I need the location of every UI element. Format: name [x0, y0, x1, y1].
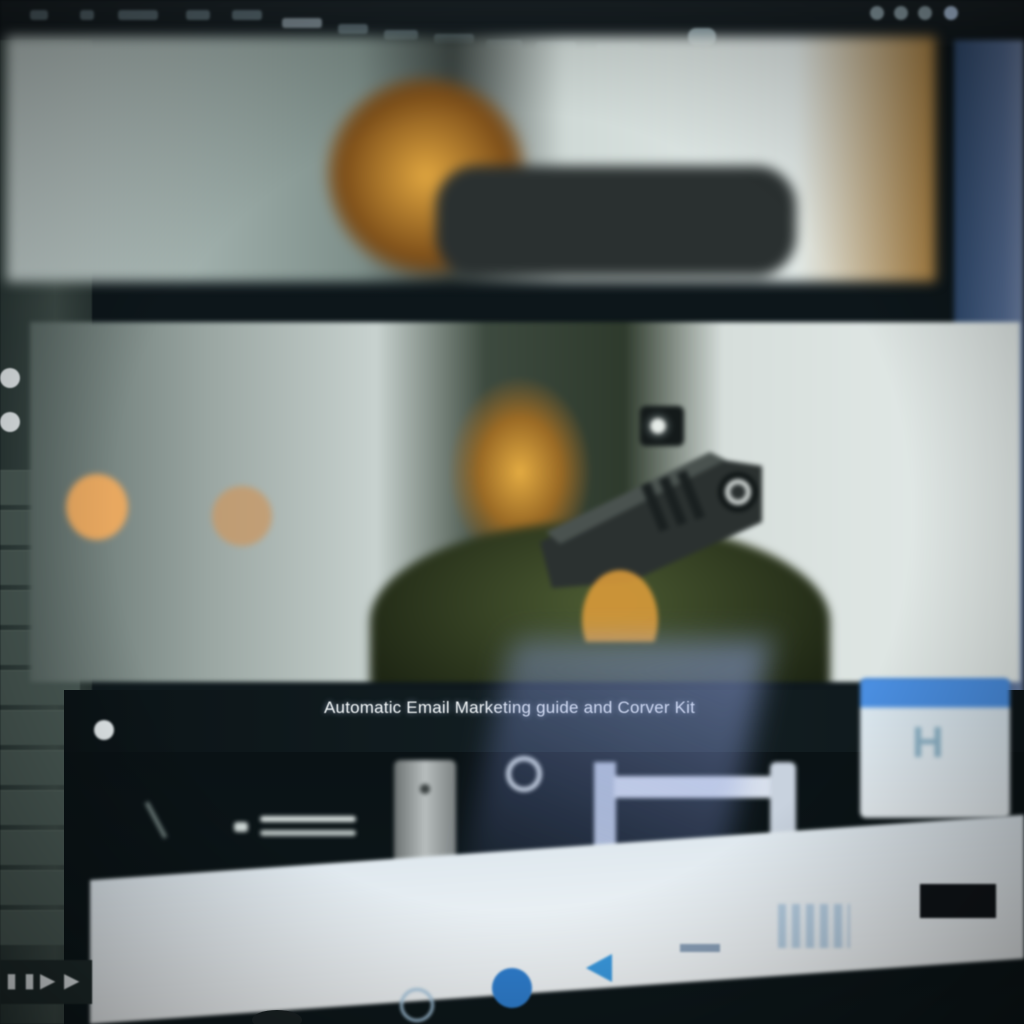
- preview-frame-main[interactable]: [30, 322, 1020, 682]
- transport-controls: ▮ ▮ ▶ ▶: [0, 960, 92, 1004]
- window-control-icon[interactable]: [870, 6, 884, 20]
- bokeh-light: [66, 474, 128, 540]
- subject-weapon: [540, 406, 762, 642]
- toolbar-item[interactable]: [186, 10, 210, 20]
- play-icon[interactable]: ▶: [40, 968, 55, 993]
- timeline-marker[interactable]: [680, 944, 720, 952]
- preview-frame-upper[interactable]: [6, 36, 936, 282]
- rewind-icon[interactable]: [586, 954, 612, 982]
- bokeh-light: [212, 486, 272, 546]
- window-control-icon[interactable]: [894, 6, 908, 20]
- toolbar-item[interactable]: [282, 18, 322, 28]
- asset-thumbnail[interactable]: [144, 801, 168, 839]
- toolbar-item[interactable]: [338, 24, 368, 34]
- fast-forward-icon[interactable]: ▶: [64, 968, 79, 993]
- play-button[interactable]: [492, 968, 532, 1008]
- toolbar-item[interactable]: [118, 10, 158, 20]
- toolbar-item[interactable]: [80, 10, 94, 20]
- settings-icon[interactable]: [400, 988, 434, 1022]
- asset-thumbnail[interactable]: [234, 812, 356, 842]
- visibility-toggle-icon[interactable]: [0, 412, 20, 432]
- subject-weapon-silhouette: [436, 166, 796, 276]
- visibility-toggle-icon[interactable]: [0, 368, 20, 388]
- rewind-icon[interactable]: ▮: [6, 968, 17, 993]
- window-control-icon[interactable]: [944, 6, 958, 20]
- toolbar-item[interactable]: [30, 10, 48, 20]
- window-control-icon[interactable]: [918, 6, 932, 20]
- clip-block[interactable]: [920, 884, 996, 918]
- camera-lens-shape: [252, 1010, 302, 1024]
- card-glyph: H: [912, 718, 944, 767]
- toolbar-item[interactable]: [232, 10, 262, 20]
- record-dot-icon[interactable]: [94, 720, 114, 740]
- waveform-clip[interactable]: [778, 904, 850, 948]
- editor-screen: Automatic Email Marketing guide and Corv…: [0, 0, 1024, 1024]
- play-icon[interactable]: ▮: [24, 968, 35, 993]
- template-thumbnail-card[interactable]: H: [860, 678, 1010, 818]
